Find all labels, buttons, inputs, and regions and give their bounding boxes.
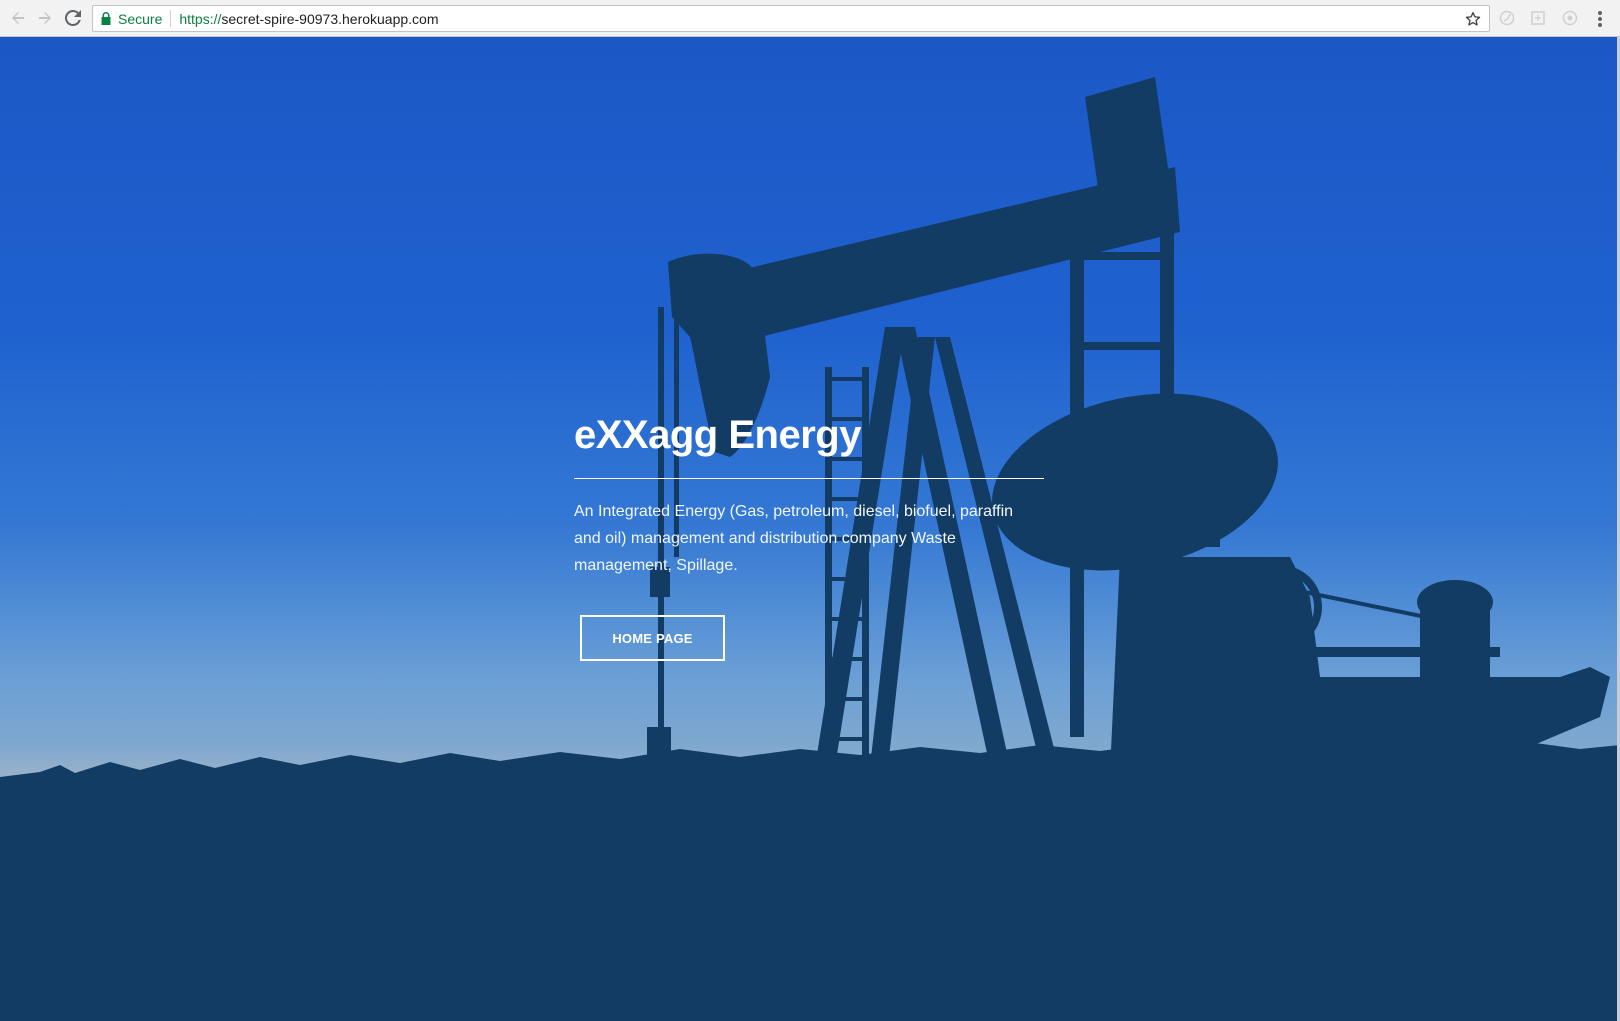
lock-icon <box>101 12 111 25</box>
title-divider <box>574 478 1044 479</box>
hero-content: eXXagg Energy An Integrated Energy (Gas,… <box>574 411 1044 661</box>
url-host: secret-spire-90973.herokuapp.com <box>221 10 439 27</box>
forward-button[interactable] <box>33 6 57 30</box>
back-arrow-icon <box>12 12 24 24</box>
browser-menu-button[interactable] <box>1592 9 1608 29</box>
secure-label: Secure <box>118 10 163 27</box>
url-scheme: https:// <box>179 10 222 27</box>
reload-icon <box>65 10 81 26</box>
forward-arrow-icon <box>39 12 51 24</box>
url-text[interactable]: https://secret-spire-90973.herokuapp.com <box>179 11 438 27</box>
reload-button[interactable] <box>61 6 85 30</box>
menu-icon <box>1598 11 1602 15</box>
extension-button-1[interactable] <box>1497 8 1517 28</box>
hero-description: An Integrated Energy (Gas, petroleum, di… <box>574 503 1014 574</box>
star-icon <box>1465 12 1481 26</box>
home-page-button[interactable]: HOME PAGE <box>580 615 725 661</box>
hero-section: eXXagg Energy An Integrated Energy (Gas,… <box>0 37 1620 1021</box>
browser-toolbar: Secure https://secret-spire-90973.heroku… <box>0 0 1620 37</box>
extension-icon <box>1562 10 1578 26</box>
back-button[interactable] <box>6 6 30 30</box>
extension-button-3[interactable] <box>1560 8 1580 28</box>
security-indicator[interactable]: Secure <box>93 10 172 27</box>
extension-icon <box>1531 11 1545 25</box>
extension-icon <box>1499 10 1515 26</box>
page-title: eXXagg Energy <box>574 413 861 457</box>
extension-button-2[interactable] <box>1528 8 1548 28</box>
bookmark-star-button[interactable] <box>1463 9 1483 29</box>
address-bar[interactable]: Secure https://secret-spire-90973.heroku… <box>92 5 1490 32</box>
